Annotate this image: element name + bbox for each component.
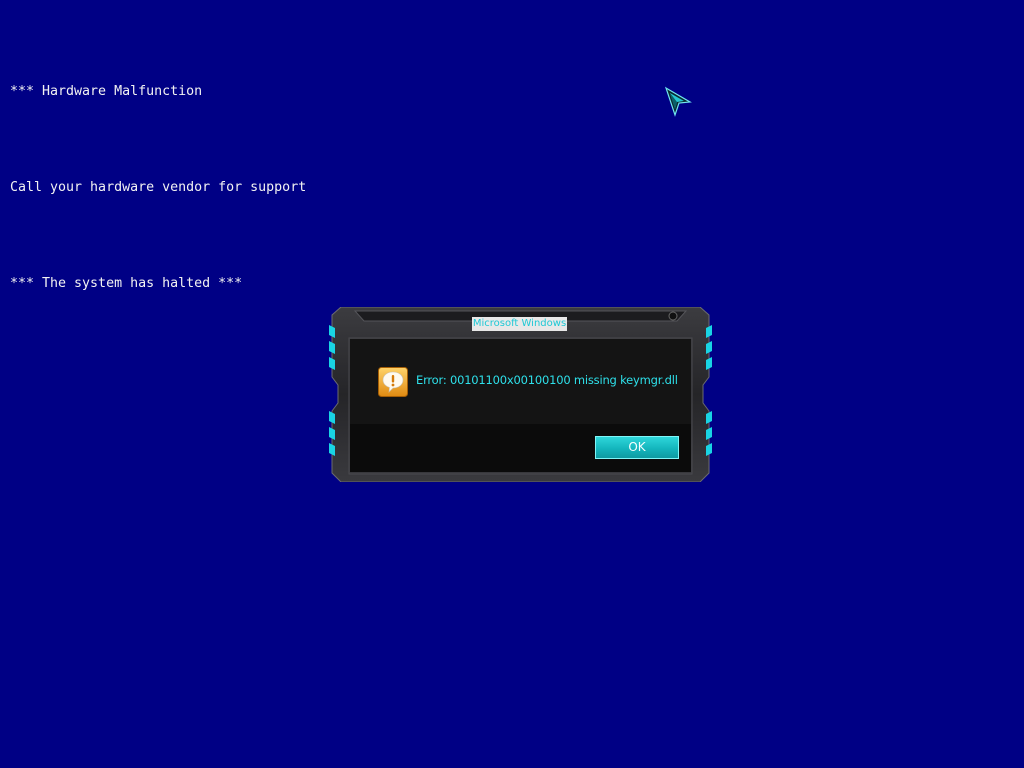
halt-line-2: Call your hardware vendor for support (10, 180, 307, 195)
error-dialog: Microsoft Windows Error: 00101100x001001… (329, 307, 712, 482)
dialog-footer: OK (350, 424, 691, 472)
warning-speech-bubble-icon (378, 367, 408, 397)
halt-line-3: *** The system has halted *** (10, 276, 243, 291)
dialog-title: Microsoft Windows (472, 317, 567, 331)
error-message: Error: 00101100x00100100 missing keymgr.… (416, 373, 678, 387)
halt-line-1: *** Hardware Malfunction (10, 84, 203, 99)
dialog-body: Error: 00101100x00100100 missing keymgr.… (350, 339, 691, 424)
ok-button[interactable]: OK (595, 436, 679, 459)
arrow-cursor-icon (664, 86, 692, 117)
halt-message: *** Hardware Malfunction Call your hardw… (10, 12, 306, 332)
